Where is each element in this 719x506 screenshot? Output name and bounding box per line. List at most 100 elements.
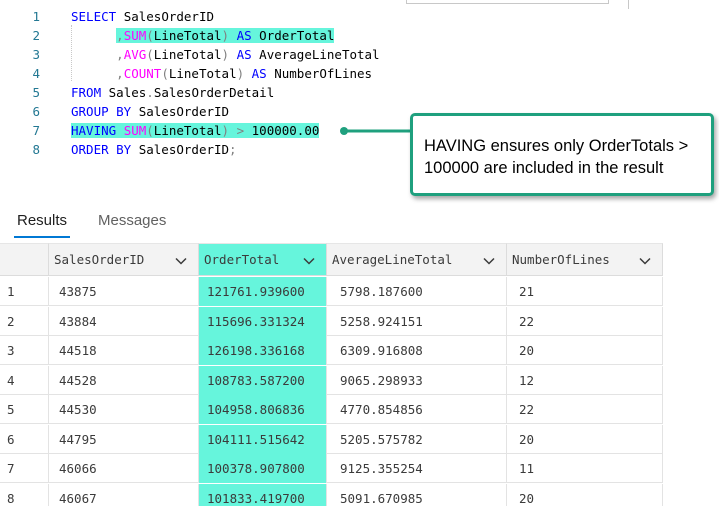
row-number-cell[interactable]: 5 [0, 395, 49, 424]
table-row[interactable]: 4 44528 108783.587200 9065.298933 12 [0, 365, 663, 395]
line-number: 7 [32, 123, 40, 138]
row-number-cell[interactable]: 4 [0, 365, 49, 395]
table-cell[interactable]: 11 [507, 454, 663, 483]
code-token: 100000.00 [251, 123, 320, 138]
table-cell[interactable]: 126198.336168 [199, 336, 327, 365]
table-row[interactable]: 7 46066 100378.907800 9125.355254 11 [0, 454, 663, 483]
table-cell[interactable]: 44530 [49, 395, 199, 424]
row-number-cell[interactable]: 3 [0, 336, 49, 365]
code-token: SalesOrderDetail [153, 85, 275, 100]
code-token: ( [146, 123, 154, 138]
column-header-ordertotal[interactable]: OrderTotal [199, 243, 327, 276]
table-cell[interactable]: 9125.355254 [327, 454, 507, 483]
code-token: . [146, 85, 154, 100]
code-token: > [236, 123, 252, 138]
table-cell[interactable]: 22 [507, 306, 663, 336]
table-row[interactable]: 2 43884 115696.331324 5258.924151 22 [0, 306, 663, 336]
tab-results[interactable]: Results [17, 212, 67, 229]
table-row[interactable]: 6 44795 104111.515642 5205.575782 20 [0, 424, 663, 454]
code-token: SUM [123, 28, 147, 43]
chevron-down-icon[interactable] [174, 254, 188, 268]
table-cell[interactable]: 104958.806836 [199, 395, 327, 424]
line-number: 4 [32, 66, 40, 81]
table-cell[interactable]: 43884 [49, 306, 199, 336]
code-token: AVG [123, 47, 147, 62]
code-line[interactable]: 2 ,SUM(LineTotal) AS OrderTotal [0, 26, 719, 45]
code-token: ) [236, 66, 245, 81]
code-token: LineTotal [153, 47, 222, 62]
table-cell[interactable]: 115696.331324 [199, 306, 327, 336]
table-cell[interactable]: 46067 [49, 483, 199, 506]
callout-text: HAVING ensures only OrderTotals > 100000… [424, 137, 689, 177]
table-cell[interactable]: 12 [507, 365, 663, 395]
chevron-down-icon[interactable] [482, 254, 496, 268]
table-cell[interactable]: 20 [507, 336, 663, 365]
table-cell[interactable]: 43875 [49, 277, 199, 306]
line-number: 2 [32, 28, 40, 43]
column-header-label: OrderTotal [204, 252, 280, 267]
code-line[interactable]: 1 SELECT SalesOrderID [0, 7, 719, 26]
row-number-cell[interactable]: 2 [0, 306, 49, 336]
table-cell[interactable]: 5205.575782 [327, 424, 507, 454]
code-token: AS [236, 28, 260, 43]
results-grid[interactable]: SalesOrderID OrderTotal AverageLineTotal… [0, 243, 719, 506]
column-header-label: SalesOrderID [54, 252, 145, 267]
table-cell[interactable]: 5091.670985 [327, 483, 507, 506]
code-token: AS [236, 47, 260, 62]
row-number-cell[interactable]: 8 [0, 483, 49, 506]
table-cell[interactable]: 100378.907800 [199, 454, 327, 483]
code-token: LineTotal [168, 66, 237, 81]
tab-messages[interactable]: Messages [98, 212, 166, 229]
code-token: OrderTotal [259, 28, 335, 43]
code-line[interactable]: 4 ,COUNT(LineTotal) AS NumberOfLines [0, 64, 719, 83]
code-text: ,AVG(LineTotal) AS AverageLineTotal [71, 45, 380, 64]
column-header-numberoflines[interactable]: NumberOfLines [507, 243, 663, 276]
code-line[interactable]: 3 ,AVG(LineTotal) AS AverageLineTotal [0, 45, 719, 64]
table-cell[interactable]: 44518 [49, 336, 199, 365]
table-cell[interactable]: 4770.854856 [327, 395, 507, 424]
code-token: LineTotal [153, 123, 222, 138]
column-header-averagelinetotal[interactable]: AverageLineTotal [327, 243, 507, 276]
code-token: COUNT [123, 66, 162, 81]
table-cell[interactable]: 44795 [49, 424, 199, 454]
table-cell[interactable]: 108783.587200 [199, 365, 327, 395]
code-token: SalesOrderID [138, 104, 230, 119]
editor-scrollbar[interactable] [406, 0, 609, 4]
chevron-down-icon[interactable] [638, 254, 652, 268]
table-cell[interactable]: 5258.924151 [327, 306, 507, 336]
table-row[interactable]: 3 44518 126198.336168 6309.916808 20 [0, 336, 663, 365]
table-cell[interactable]: 121761.939600 [199, 277, 327, 306]
line-number: 8 [32, 142, 40, 157]
code-token: ( [161, 66, 169, 81]
line-number: 5 [32, 85, 40, 100]
row-number-cell[interactable]: 1 [0, 277, 49, 306]
table-cell[interactable]: 6309.916808 [327, 336, 507, 365]
row-number-cell[interactable]: 7 [0, 454, 49, 483]
table-cell[interactable]: 20 [507, 424, 663, 454]
results-tabs: Results Messages [0, 200, 719, 242]
table-row[interactable]: 1 43875 121761.939600 5798.187600 21 [0, 277, 663, 306]
column-header-label: NumberOfLines [512, 252, 610, 267]
chevron-down-icon[interactable] [302, 254, 316, 268]
row-number-cell[interactable]: 6 [0, 424, 49, 454]
column-header-salesorderid[interactable]: SalesOrderID [49, 243, 199, 276]
code-token: , [116, 28, 124, 43]
table-cell[interactable]: 101833.419700 [199, 483, 327, 506]
table-cell[interactable]: 20 [507, 483, 663, 506]
code-token: AverageLineTotal [259, 47, 380, 62]
table-row[interactable]: 8 46067 101833.419700 5091.670985 20 [0, 483, 663, 506]
table-cell[interactable]: 21 [507, 277, 663, 306]
table-row[interactable]: 5 44530 104958.806836 4770.854856 22 [0, 395, 663, 424]
table-cell[interactable]: 104111.515642 [199, 424, 327, 454]
code-line[interactable]: 5 FROM Sales.SalesOrderDetail [0, 83, 719, 102]
table-cell[interactable]: 46066 [49, 454, 199, 483]
table-cell[interactable]: 44528 [49, 365, 199, 395]
table-cell[interactable]: 22 [507, 395, 663, 424]
table-cell[interactable]: 9065.298933 [327, 365, 507, 395]
table-cell[interactable]: 5798.187600 [327, 277, 507, 306]
